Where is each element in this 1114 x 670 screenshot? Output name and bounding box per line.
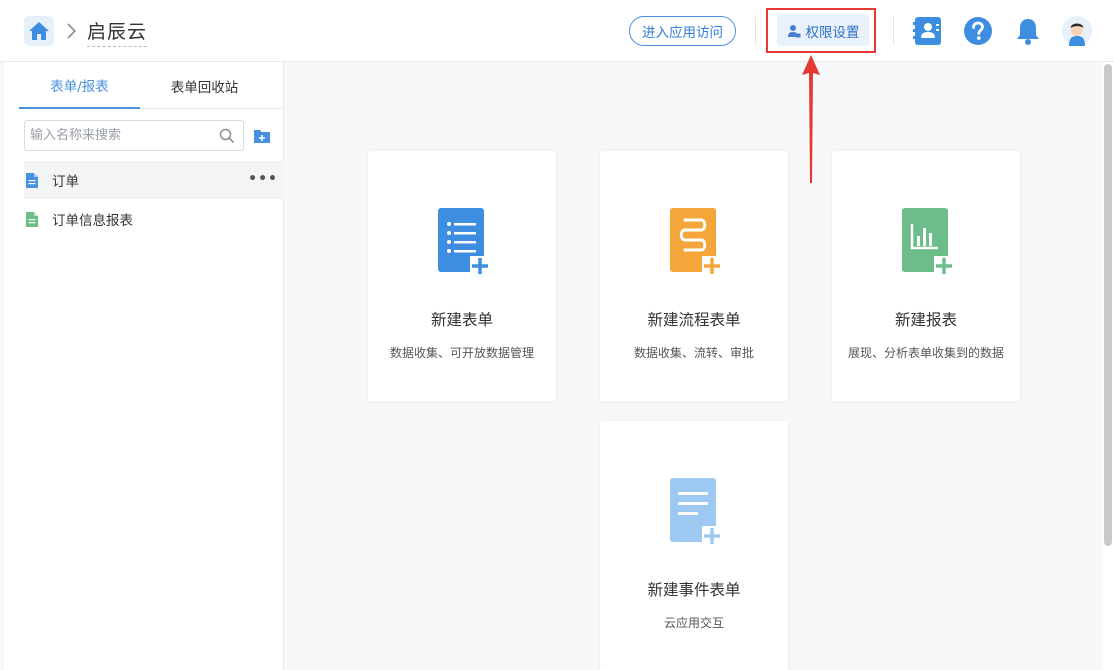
contacts-icon[interactable] xyxy=(913,16,943,46)
card-description: 云应用交互 xyxy=(663,616,724,630)
divider xyxy=(893,17,894,45)
home-button[interactable] xyxy=(24,16,54,46)
avatar[interactable] xyxy=(1062,16,1092,46)
scrollbar[interactable] xyxy=(1104,64,1112,546)
list-item[interactable]: 订单信息报表 xyxy=(24,200,284,238)
user-lock-icon xyxy=(787,24,800,37)
new-event-form-card[interactable]: 新建事件表单 云应用交互 xyxy=(600,421,788,670)
tab-form-recycle-bin[interactable]: 表单回收站 xyxy=(144,62,265,109)
tab-forms-reports[interactable]: 表单/报表 xyxy=(19,62,140,109)
add-folder-icon[interactable] xyxy=(254,128,270,143)
card-title: 新建报表 xyxy=(894,311,957,329)
card-description: 展现、分析表单收集到的数据 xyxy=(847,346,1004,360)
card-title: 新建表单 xyxy=(430,311,493,329)
enter-app-button[interactable]: 进入应用访问 xyxy=(629,16,736,46)
card-title: 新建流程表单 xyxy=(647,311,741,329)
list-item[interactable]: 订单 ••• xyxy=(24,161,284,199)
annotation-arrow xyxy=(802,55,820,183)
app-name[interactable]: 启辰云 xyxy=(87,17,148,47)
chevron-right-icon xyxy=(67,23,77,39)
home-icon xyxy=(29,22,49,40)
card-description: 数据收集、流转、审批 xyxy=(633,346,754,360)
report-file-icon xyxy=(26,211,38,227)
new-form-icon xyxy=(438,208,490,276)
app-page: 启辰云 进入应用访问 权限设置 表单/报表 表单回收站 输入名称来搜索 订单 •… xyxy=(0,0,1114,670)
new-flow-form-icon xyxy=(670,208,722,276)
new-flow-form-card[interactable]: 新建流程表单 数据收集、流转、审批 xyxy=(600,151,788,401)
new-form-card[interactable]: 新建表单 数据收集、可开放数据管理 xyxy=(368,151,556,401)
new-report-icon xyxy=(902,208,954,276)
form-file-icon xyxy=(26,172,38,188)
bell-icon[interactable] xyxy=(1013,16,1043,46)
sidebar-tabs: 表单/报表 表单回收站 xyxy=(19,62,284,109)
search-icon[interactable] xyxy=(219,128,235,144)
search-box xyxy=(24,120,244,151)
permission-settings-label: 权限设置 xyxy=(805,24,860,41)
sidebar: 表单/报表 表单回收站 订单 ••• xyxy=(4,62,284,670)
main-content: 新建表单 数据收集、可开放数据管理 新建流程表单 数据收集、流转、审批 新建报表… xyxy=(285,62,1103,670)
new-report-card[interactable]: 新建报表 展现、分析表单收集到的数据 xyxy=(832,151,1020,401)
more-options-icon[interactable]: ••• xyxy=(248,171,278,187)
top-header: 启辰云 进入应用访问 权限设置 xyxy=(0,0,1114,62)
divider xyxy=(755,17,756,45)
help-icon[interactable] xyxy=(963,16,993,46)
permission-settings-button[interactable]: 权限设置 xyxy=(777,15,869,46)
new-event-form-icon xyxy=(670,478,722,546)
card-title: 新建事件表单 xyxy=(647,581,741,599)
card-description: 数据收集、可开放数据管理 xyxy=(389,346,534,360)
list-item-label: 订单 xyxy=(52,174,79,190)
search-input[interactable] xyxy=(30,128,215,143)
list-item-label: 订单信息报表 xyxy=(52,213,133,229)
